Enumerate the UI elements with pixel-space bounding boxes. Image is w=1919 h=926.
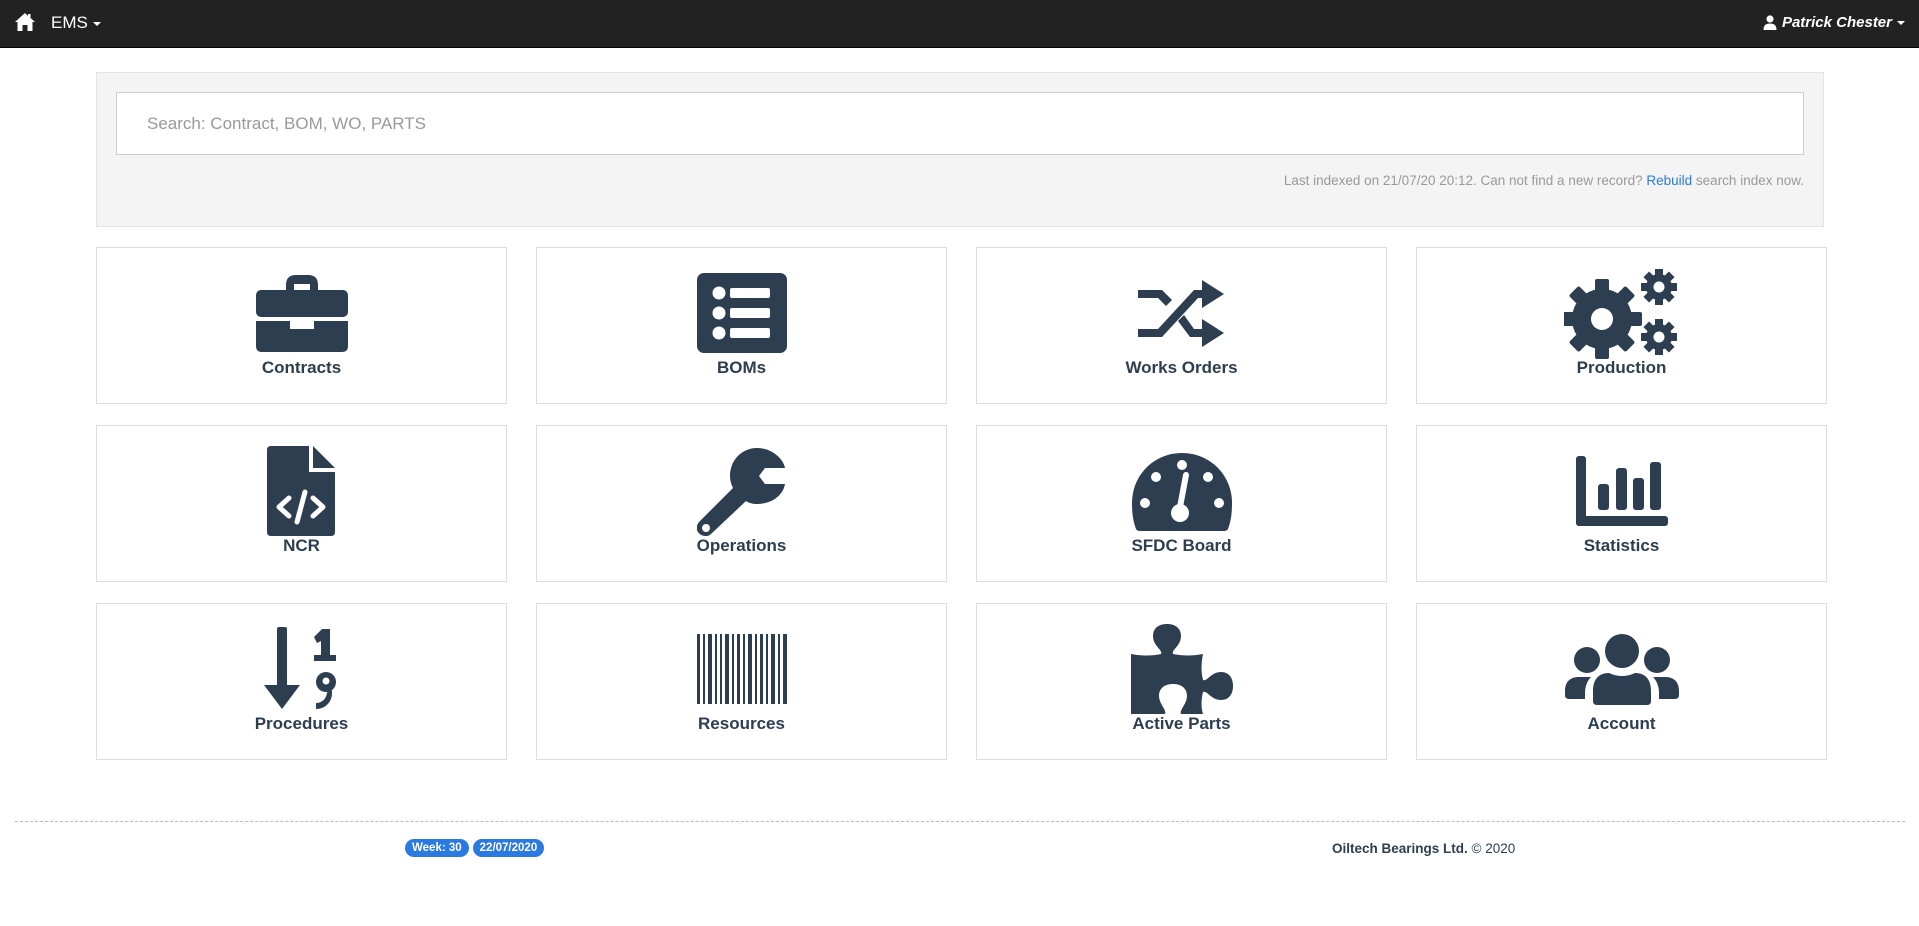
list-alt-icon <box>696 268 787 358</box>
chart-bar-icon <box>1575 446 1668 536</box>
index-note-suffix: search index now. <box>1695 173 1804 188</box>
tile-label: Account <box>1587 714 1656 733</box>
tile-contracts[interactable]: Contracts <box>96 247 507 404</box>
navbar: EMS Patrick Chester <box>0 0 1919 48</box>
footer-divider <box>15 821 1905 822</box>
tile-label: Active Parts <box>1132 714 1231 733</box>
company-name: Oiltech Bearings Ltd. <box>1332 841 1468 856</box>
puzzle-piece-icon <box>1130 624 1233 714</box>
date-badge: 22/07/2020 <box>472 839 545 857</box>
index-note-prefix: Last indexed on 21/07/20 20:12. Can not … <box>1283 173 1643 188</box>
index-status-note: Last indexed on 21/07/20 20:12. Can not … <box>1284 173 1804 188</box>
tachometer-icon <box>1131 446 1233 536</box>
users-icon <box>1564 624 1679 714</box>
brand-label: EMS <box>51 13 88 32</box>
user-icon <box>1763 15 1777 30</box>
wrench-icon <box>696 446 787 536</box>
tile-label: Contracts <box>261 358 342 377</box>
home-icon[interactable] <box>14 12 36 32</box>
tile-production[interactable]: Production <box>1416 247 1827 404</box>
tile-statistics[interactable]: Statistics <box>1416 425 1827 582</box>
tile-works-orders[interactable]: Works Orders <box>976 247 1387 404</box>
tile-operations[interactable]: Operations <box>536 425 947 582</box>
tile-account[interactable]: Account <box>1416 603 1827 760</box>
tile-boms[interactable]: BOMs <box>536 247 947 404</box>
tile-label: SFDC Board <box>1131 536 1232 555</box>
copyright: Oiltech Bearings Ltd. © 2020 <box>1332 841 1515 856</box>
tile-label: Production <box>1576 358 1667 377</box>
tile-ncr[interactable]: NCR <box>96 425 507 582</box>
footer-badges: Week: 30 22/07/2020 <box>405 839 545 857</box>
tile-label: Resources <box>698 714 785 733</box>
user-menu-dropdown[interactable]: Patrick Chester <box>1763 14 1905 31</box>
caret-down-icon <box>92 21 101 26</box>
tile-sfdc-board[interactable]: SFDC Board <box>976 425 1387 582</box>
tile-label: Procedures <box>254 714 349 733</box>
week-badge: Week: 30 <box>405 839 469 857</box>
sort-numeric-down-icon <box>263 624 340 714</box>
tile-label: Statistics <box>1583 536 1660 555</box>
random-icon <box>1136 268 1228 358</box>
barcode-icon <box>696 624 787 714</box>
tile-label: BOMs <box>716 358 767 377</box>
cogs-icon <box>1563 268 1680 359</box>
ems-menu-dropdown[interactable]: EMS <box>51 13 101 33</box>
caret-down-icon <box>1897 20 1905 25</box>
rebuild-index-link[interactable]: Rebuild <box>1646 173 1692 188</box>
tile-label: Operations <box>696 536 787 555</box>
briefcase-icon <box>255 268 348 358</box>
tile-resources[interactable]: Resources <box>536 603 947 760</box>
file-code-icon <box>266 446 337 536</box>
tile-active-parts[interactable]: Active Parts <box>976 603 1387 760</box>
search-input[interactable] <box>116 92 1804 155</box>
user-name: Patrick Chester <box>1781 14 1892 31</box>
tile-label: NCR <box>283 536 320 555</box>
search-panel: Last indexed on 21/07/20 20:12. Can not … <box>96 72 1824 227</box>
tile-procedures[interactable]: Procedures <box>96 603 507 760</box>
copyright-year: © 2020 <box>1471 841 1516 856</box>
tile-label: Works Orders <box>1125 358 1238 377</box>
